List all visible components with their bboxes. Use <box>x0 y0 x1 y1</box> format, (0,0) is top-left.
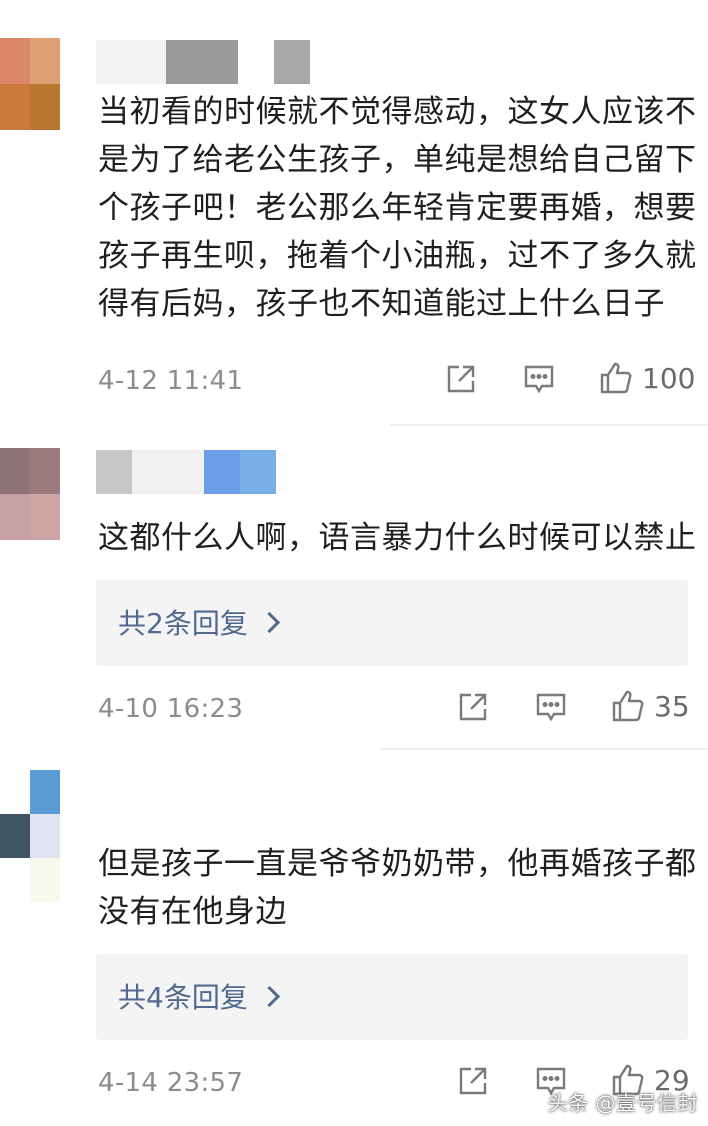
reply-box: 共2条回复 <box>96 580 688 666</box>
reply-count-label: 共4条回复 <box>118 981 248 1014</box>
view-replies-link[interactable]: 共2条回复 <box>118 602 280 642</box>
reply-count-label: 共2条回复 <box>118 607 248 640</box>
divider <box>390 424 708 426</box>
comment-text: 当初看的时候就不觉得感动，这女人应该不 是为了给老公生孩子，单纯是想给自己留下 … <box>98 88 698 328</box>
thumbs-up-icon <box>600 362 632 394</box>
username-blurred[interactable] <box>96 450 276 494</box>
comment-text: 这都什么人啊，语言暴力什么时候可以禁止 <box>98 514 698 562</box>
comment-text: 但是孩子一直是爷爷奶奶带，他再婚孩子都 没有在他身边 <box>98 840 698 936</box>
comment-meta: 4-10 16:23 35 <box>98 690 698 730</box>
avatar[interactable] <box>0 448 60 540</box>
comment-time: 4-10 16:23 <box>98 694 244 724</box>
like-count: 35 <box>654 689 690 723</box>
like-count: 100 <box>642 361 696 395</box>
like-button[interactable]: 35 <box>610 688 690 724</box>
share-icon[interactable] <box>456 1064 490 1098</box>
avatar[interactable] <box>0 38 60 130</box>
chevron-right-icon <box>258 985 280 1007</box>
divider <box>380 748 708 750</box>
chevron-right-icon <box>258 611 280 633</box>
comment-line: 当初看的时候就不觉得感动，这女人应该不 <box>98 94 697 130</box>
avatar[interactable] <box>0 770 60 902</box>
comment-line: 是为了给老公生孩子，单纯是想给自己留下 <box>98 142 697 178</box>
username-blurred[interactable] <box>96 40 310 84</box>
comment-time: 4-12 11:41 <box>98 366 244 396</box>
thumbs-up-icon <box>612 690 644 722</box>
comment-line: 个孩子吧！老公那么年轻肯定要再婚，想要 <box>98 190 697 226</box>
comment-line: 得有后妈，孩子也不知道能过上什么日子 <box>98 286 665 322</box>
comment-icon[interactable] <box>534 690 568 724</box>
comment-line: 没有在他身边 <box>98 894 287 930</box>
comment-meta: 4-12 11:41 100 <box>98 362 698 402</box>
view-replies-link[interactable]: 共4条回复 <box>118 976 280 1016</box>
comment-icon[interactable] <box>522 362 556 396</box>
watermark: 头条 @壹号信封 <box>547 1091 698 1115</box>
comment-time: 4-14 23:57 <box>98 1068 244 1098</box>
reply-box: 共4条回复 <box>96 954 688 1040</box>
share-icon[interactable] <box>456 690 490 724</box>
like-button[interactable]: 100 <box>598 360 695 396</box>
comment-line: 这都什么人啊，语言暴力什么时候可以禁止 <box>98 520 697 556</box>
share-icon[interactable] <box>444 362 478 396</box>
comment-line: 孩子再生呗，拖着个小油瓶，过不了多久就 <box>98 238 697 274</box>
comment-line: 但是孩子一直是爷爷奶奶带，他再婚孩子都 <box>98 846 697 882</box>
